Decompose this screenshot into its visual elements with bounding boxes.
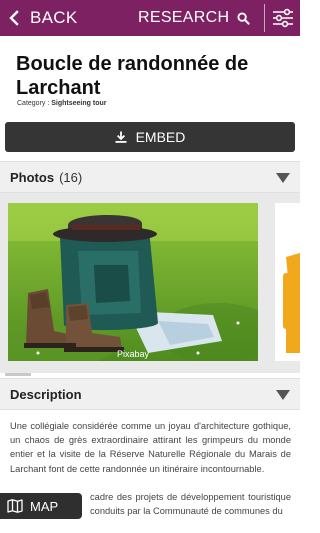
search-icon [237, 11, 250, 25]
signpost-photo [275, 203, 300, 361]
description-paragraph: Une collégiale considérée comme un joyau… [10, 421, 291, 474]
map-label: MAP [30, 498, 59, 514]
top-bar: BACK RESEARCH [0, 0, 300, 36]
research-label: RESEARCH [138, 9, 230, 26]
filter-sliders-icon[interactable] [271, 6, 295, 30]
photo-carousel[interactable]: Pixabay [0, 193, 300, 373]
photos-count: (16) [59, 169, 83, 185]
photos-title: Photos [10, 169, 55, 185]
photo-item[interactable]: Pixabay [8, 203, 258, 361]
header-divider [264, 4, 265, 32]
chevron-down-icon [276, 173, 290, 183]
chevron-down-icon [276, 390, 290, 400]
back-button[interactable]: BACK [6, 0, 78, 36]
download-icon [115, 131, 127, 143]
category-prefix: Category : [17, 100, 50, 107]
photo-credit: Pixabay [116, 349, 150, 359]
embed-label: EMBED [135, 129, 186, 145]
map-button[interactable]: MAP [0, 493, 82, 519]
back-label: BACK [30, 8, 78, 27]
hiking-gear-photo [8, 203, 258, 361]
carousel-scrollbar[interactable] [5, 373, 31, 376]
photo-item[interactable] [275, 203, 300, 361]
chevron-left-icon [9, 10, 19, 26]
category-value: Sightseeing tour [51, 100, 107, 107]
embed-button[interactable]: EMBED [5, 122, 295, 152]
category-line: Category : Sightseeing tour [17, 100, 106, 107]
photos-section-header[interactable]: Photos (16) [0, 161, 300, 193]
description-title: Description [10, 386, 82, 402]
research-button[interactable]: RESEARCH [138, 0, 250, 36]
description-section-header[interactable]: Description [0, 378, 300, 410]
page-title: Boucle de randonnée de Larchant [16, 53, 249, 99]
map-icon [7, 499, 23, 513]
